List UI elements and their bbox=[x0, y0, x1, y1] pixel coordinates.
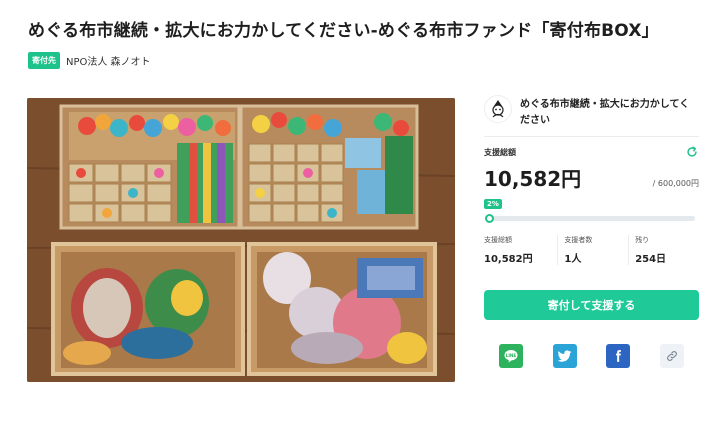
organization-row: 寄付先 NPO法人 森ノオト bbox=[28, 52, 151, 69]
stat-remaining: 残り 254日 bbox=[628, 235, 699, 265]
stat-value: 1人 bbox=[564, 254, 582, 265]
svg-text:LINE: LINE bbox=[506, 353, 517, 358]
fund-name[interactable]: めぐる布市継続・拡大にお力かしてください bbox=[520, 97, 699, 128]
funding-panel: めぐる布市継続・拡大にお力かしてください 支援総額 10,582円 / 600,… bbox=[484, 95, 699, 368]
fund-header: めぐる布市継続・拡大にお力かしてください bbox=[484, 95, 699, 128]
twitter-share-button[interactable] bbox=[552, 344, 577, 368]
progress-track bbox=[488, 216, 695, 221]
copy-link-button[interactable] bbox=[659, 344, 684, 368]
stat-supporters: 支援者数 1人 bbox=[557, 235, 628, 265]
link-icon bbox=[667, 351, 677, 361]
facebook-icon bbox=[616, 350, 622, 362]
stat-value: 254日 bbox=[635, 254, 667, 265]
goal-amount: / 600,000円 bbox=[652, 179, 699, 188]
recipient-badge: 寄付先 bbox=[28, 52, 60, 69]
page-title: めぐる布市継続・拡大にお力かしてください-めぐる布市ファンド「寄付布BOX」 bbox=[28, 21, 659, 41]
stat-label: 残り bbox=[635, 236, 650, 244]
line-icon: LINE bbox=[504, 350, 518, 363]
amount-row: 10,582円 / 600,000円 bbox=[484, 163, 699, 192]
organization-name-link[interactable]: NPO法人 森ノオト bbox=[66, 53, 151, 68]
progress-percent-badge: 2% bbox=[484, 199, 502, 209]
divider bbox=[484, 136, 699, 137]
total-label-row: 支援総額 bbox=[484, 145, 699, 159]
refresh-icon[interactable] bbox=[685, 145, 699, 159]
line-share-button[interactable]: LINE bbox=[499, 344, 523, 368]
total-label: 支援総額 bbox=[484, 147, 516, 157]
stat-total: 支援総額 10,582円 bbox=[484, 235, 557, 265]
project-main-image bbox=[27, 98, 455, 382]
stat-label: 支援者数 bbox=[564, 236, 593, 244]
share-buttons: LINE bbox=[484, 344, 699, 368]
fund-avatar-icon bbox=[484, 95, 512, 123]
total-amount: 10,582円 bbox=[484, 167, 582, 191]
progress-bar: 2% bbox=[484, 199, 699, 223]
stat-value: 10,582円 bbox=[484, 254, 533, 265]
twitter-icon bbox=[557, 349, 572, 362]
donate-button[interactable]: 寄付して支援する bbox=[484, 290, 699, 320]
stats-row: 支援総額 10,582円 支援者数 1人 残り 254日 bbox=[484, 235, 699, 265]
stat-label: 支援総額 bbox=[484, 236, 512, 244]
progress-knob bbox=[485, 214, 494, 223]
facebook-share-button[interactable] bbox=[606, 344, 631, 368]
